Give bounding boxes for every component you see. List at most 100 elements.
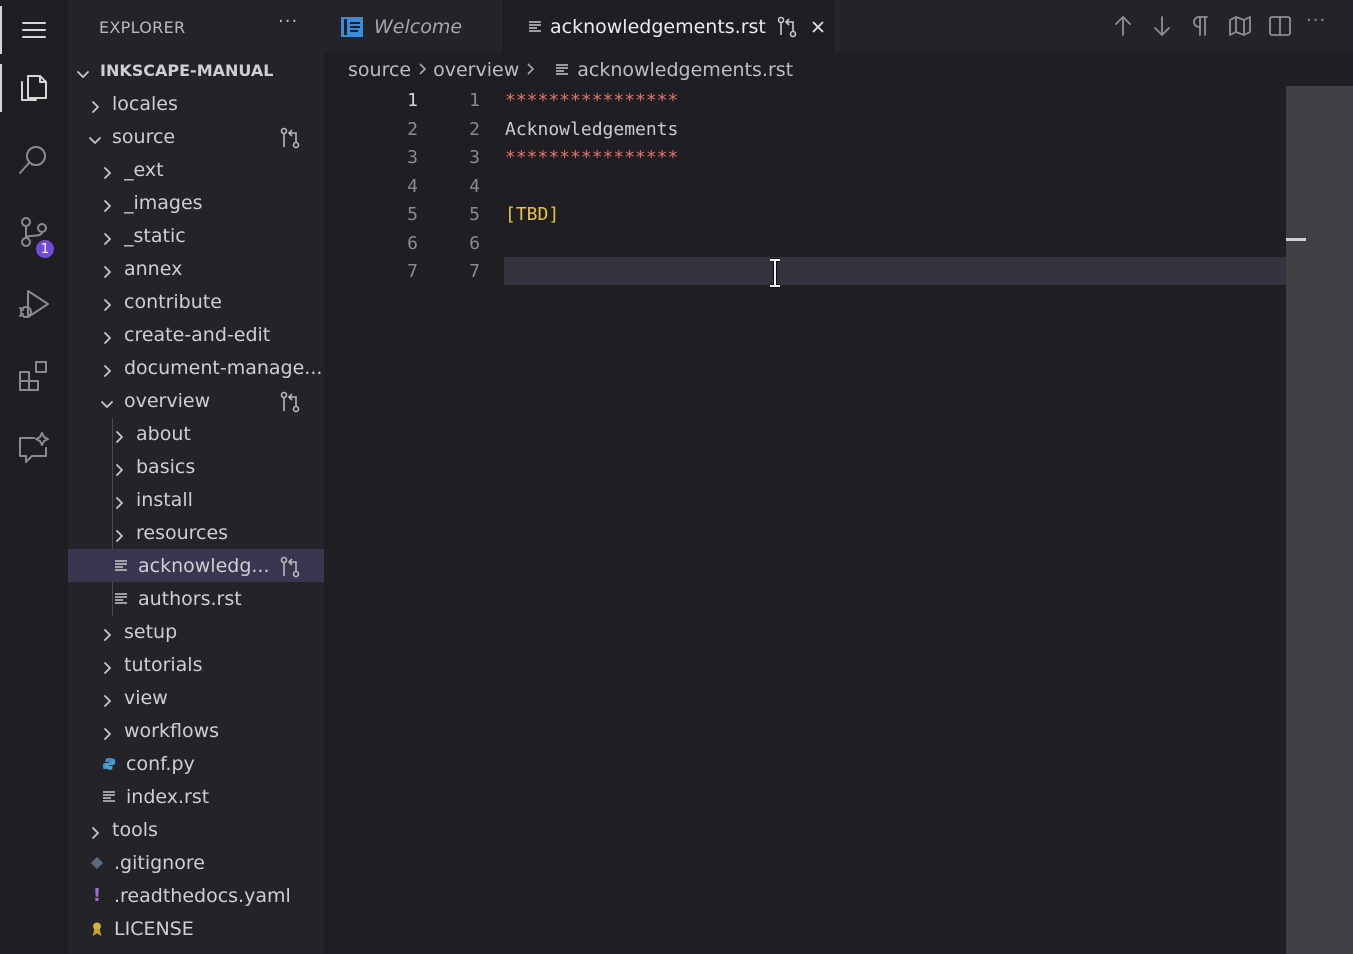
git-compare-icon[interactable]	[278, 555, 302, 584]
line-number: 4	[469, 175, 480, 197]
chevron-right-icon	[417, 59, 427, 81]
tree-folder[interactable]: create-and-edit	[68, 318, 324, 351]
tab-welcome[interactable]: Welcome	[324, 0, 504, 53]
source-control-badge: 1	[34, 238, 56, 260]
chevron-down-icon	[88, 130, 102, 144]
tab-acknowledgements[interactable]: acknowledgements.rst	[504, 0, 834, 53]
chevron-down-icon	[100, 394, 114, 408]
welcome-icon	[340, 15, 364, 39]
tree-folder[interactable]: view	[68, 681, 324, 714]
chevron-right-icon	[525, 59, 535, 81]
tree-folder[interactable]: about	[68, 417, 324, 450]
more-actions-button[interactable]: ···	[1306, 10, 1326, 31]
tree-folder[interactable]: annex	[68, 252, 324, 285]
chevron-right-icon	[88, 823, 102, 839]
tree-folder[interactable]: overview	[68, 384, 324, 417]
line-number: 2	[407, 118, 418, 140]
search-icon	[19, 146, 46, 174]
tree-item-label: acknowledg...	[138, 554, 270, 577]
tree-item-label: _ext	[124, 158, 164, 181]
pilcrow-icon[interactable]	[1190, 14, 1212, 42]
chevron-right-icon	[112, 427, 126, 443]
tree-file[interactable]: ! .readthedocs.yaml	[68, 879, 324, 912]
tree-folder[interactable]: workflows	[68, 714, 324, 747]
tree-folder[interactable]: tutorials	[68, 648, 324, 681]
chevron-right-icon	[100, 163, 114, 179]
activity-search[interactable]	[0, 130, 68, 190]
breadcrumb-item[interactable]: source	[348, 59, 411, 81]
tree-item-label: .readthedocs.yaml	[114, 884, 291, 907]
python-icon	[102, 756, 116, 772]
line-number: 4	[407, 175, 418, 197]
tree-file[interactable]: conf.py	[68, 747, 324, 780]
minimap-scrollbar[interactable]	[1286, 86, 1353, 954]
sidebar-more-button[interactable]: ···	[278, 11, 298, 32]
file-lines-icon	[114, 559, 128, 573]
tree-folder[interactable]: resources	[68, 516, 324, 549]
tree-folder[interactable]: install	[68, 483, 324, 516]
code-line: ****************	[505, 90, 679, 111]
git-compare-icon	[776, 16, 798, 38]
arrow-up-icon[interactable]	[1112, 14, 1134, 42]
git-compare-icon[interactable]	[278, 126, 302, 155]
activity-bar: 1	[0, 0, 68, 954]
activity-extensions[interactable]	[0, 346, 68, 406]
tree-item-label: resources	[136, 521, 229, 544]
line-number: 6	[407, 232, 418, 254]
tree-item-label: setup	[124, 620, 178, 643]
tree-folder[interactable]: locales	[68, 87, 324, 120]
chevron-right-icon	[100, 625, 114, 641]
arrow-down-icon[interactable]	[1151, 14, 1173, 42]
exclamation-icon: !	[92, 885, 102, 906]
tree-file[interactable]: acknowledg...	[68, 549, 324, 582]
map-icon[interactable]	[1228, 14, 1252, 42]
chevron-right-icon	[100, 295, 114, 311]
chevron-right-icon	[88, 97, 102, 113]
tree-folder[interactable]: _static	[68, 219, 324, 252]
menu-button[interactable]	[0, 0, 68, 60]
tab-label: Welcome	[374, 15, 463, 38]
breadcrumb-item[interactable]: acknowledgements.rst	[577, 59, 793, 81]
tree-file[interactable]: authors.rst	[68, 582, 324, 615]
close-tab-icon[interactable]	[810, 19, 826, 35]
tree-file[interactable]: index.rst	[68, 780, 324, 813]
tab-label: acknowledgements.rst	[550, 15, 766, 38]
explorer-icon	[21, 75, 47, 101]
tree-folder[interactable]: basics	[68, 450, 324, 483]
tree-item-label: .gitignore	[114, 851, 205, 874]
chevron-right-icon	[100, 361, 114, 377]
activity-chat[interactable]	[0, 418, 68, 478]
activity-explorer[interactable]	[0, 58, 68, 118]
chevron-right-icon	[100, 691, 114, 707]
file-lines-icon	[555, 63, 569, 77]
tree-folder[interactable]: _ext	[68, 153, 324, 186]
line-number: 1	[407, 90, 418, 111]
tree-folder[interactable]: tools	[68, 813, 324, 846]
git-compare-icon[interactable]	[278, 390, 302, 419]
activity-source-control[interactable]: 1	[0, 202, 68, 262]
tree-root[interactable]: INKSCAPE-MANUAL	[68, 54, 324, 87]
chat-sparkle-icon	[19, 432, 49, 463]
scroll-position-marker	[1286, 238, 1306, 241]
chevron-right-icon	[100, 196, 114, 212]
tree-folder[interactable]: document-manage...	[68, 351, 324, 384]
chevron-right-icon	[100, 724, 114, 740]
code-editor[interactable]: 1 1 **************** 2 2 Acknowledgements 3 3 **…	[324, 86, 1306, 954]
tree-folder[interactable]: contribute	[68, 285, 324, 318]
tree-item-label: _images	[124, 191, 203, 214]
activity-run-debug[interactable]	[0, 274, 68, 334]
tree-file[interactable]: LICENSE	[68, 912, 324, 945]
tree-item-label: tutorials	[124, 653, 203, 676]
tree-item-label: conf.py	[126, 752, 195, 775]
sidebar-title: EXPLORER	[99, 18, 186, 37]
current-line-highlight	[504, 257, 1306, 285]
tree-folder[interactable]: setup	[68, 615, 324, 648]
tree-folder[interactable]: _images	[68, 186, 324, 219]
git-diamond-icon	[90, 855, 104, 871]
tree-item-label: tools	[112, 818, 158, 841]
split-editor-icon[interactable]	[1268, 14, 1292, 42]
tree-folder[interactable]: source	[68, 120, 324, 153]
tree-file[interactable]: .gitignore	[68, 846, 324, 879]
breadcrumb-item[interactable]: overview	[433, 59, 519, 81]
tree-item-label: contribute	[124, 290, 222, 313]
